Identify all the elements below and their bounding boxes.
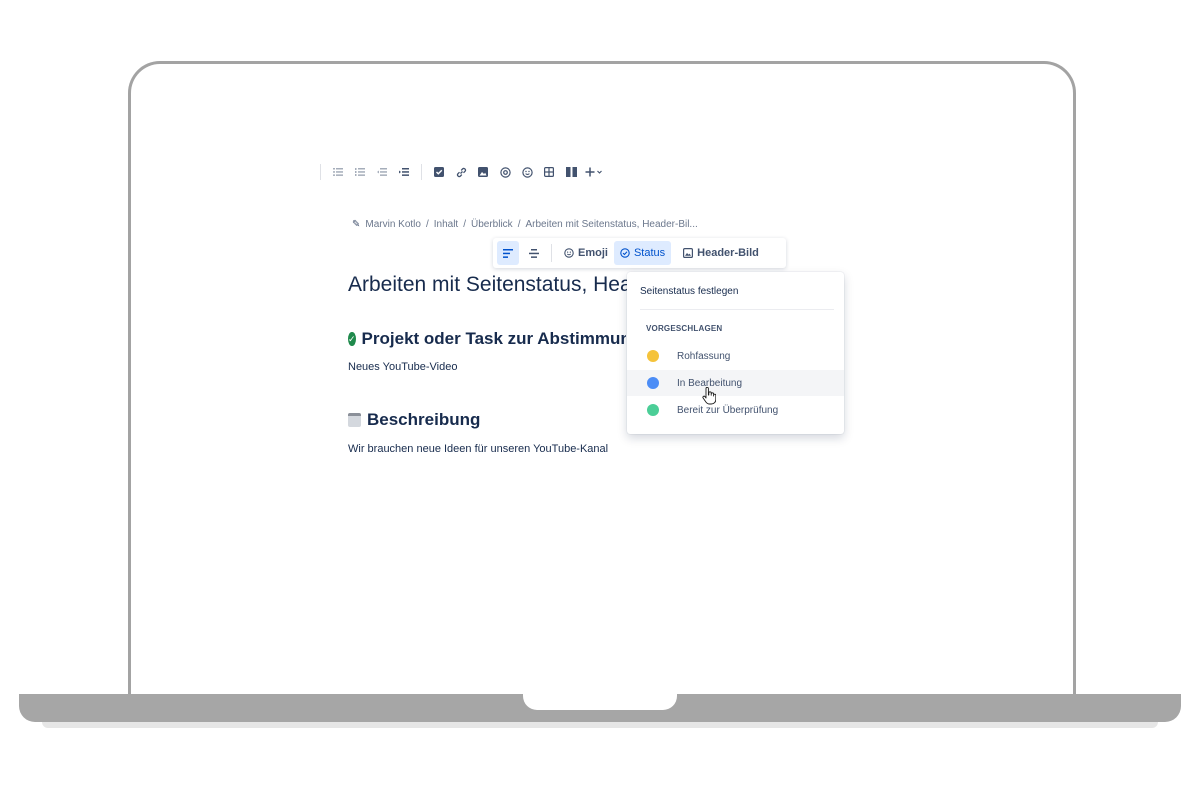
- pencil-icon: ✎: [352, 219, 361, 230]
- toolbar-divider: [421, 164, 422, 180]
- title-toolbar: Emoji Status Header-Bild: [493, 238, 786, 268]
- outdent-icon[interactable]: [371, 163, 393, 181]
- status-option-label: Rohfassung: [677, 350, 731, 362]
- dropdown-section-label: VORGESCHLAGEN: [646, 324, 723, 333]
- status-dropdown: Seitenstatus festlegen VORGESCHLAGEN Roh…: [627, 272, 844, 434]
- status-option-label: Bereit zur Überprüfung: [677, 404, 779, 416]
- numbered-list-icon[interactable]: [349, 163, 371, 181]
- paragraph[interactable]: Neues YouTube-Video: [348, 361, 457, 373]
- bullet-list-icon[interactable]: [327, 163, 349, 181]
- mention-icon[interactable]: [494, 163, 516, 181]
- status-button[interactable]: Status: [613, 241, 672, 265]
- status-dot-green: [647, 404, 659, 416]
- emoji-button-label: Emoji: [578, 247, 608, 259]
- align-center-button[interactable]: [523, 241, 545, 265]
- breadcrumb-item[interactable]: Überblick: [471, 219, 513, 230]
- dropdown-title: Seitenstatus festlegen: [640, 286, 739, 297]
- emoji-icon: [564, 248, 574, 258]
- page-title[interactable]: Arbeiten mit Seitenstatus, Header-Bild u…: [348, 273, 628, 297]
- header-image-button-label: Header-Bild: [697, 247, 759, 259]
- screen: ✎ Marvin Kotlo / Inhalt / Überblick / Ar…: [0, 0, 1200, 790]
- breadcrumb-item[interactable]: Marvin Kotlo: [365, 219, 421, 230]
- section-heading[interactable]: Beschreibung: [348, 410, 626, 430]
- indent-icon[interactable]: [393, 163, 415, 181]
- status-button-label: Status: [633, 247, 666, 259]
- breadcrumb-separator: /: [425, 219, 429, 230]
- status-option-draft[interactable]: Rohfassung: [627, 343, 844, 369]
- check-mark-icon: ✓: [348, 332, 356, 346]
- task-icon[interactable]: [428, 163, 450, 181]
- breadcrumb-item[interactable]: Arbeiten mit Seitenstatus, Header-Bil...: [525, 219, 697, 230]
- status-dot-yellow: [647, 350, 659, 362]
- align-left-button[interactable]: [497, 241, 519, 265]
- breadcrumb-separator: /: [517, 219, 521, 230]
- link-icon[interactable]: [450, 163, 472, 181]
- align-center-icon: [529, 248, 539, 258]
- insert-more-icon[interactable]: [582, 163, 608, 181]
- status-option-ready-for-review[interactable]: Bereit zur Überprüfung: [627, 397, 844, 423]
- calendar-icon: [348, 413, 361, 427]
- emoji-button[interactable]: Emoji: [558, 241, 614, 265]
- breadcrumb: ✎ Marvin Kotlo / Inhalt / Überblick / Ar…: [352, 219, 698, 230]
- hand-cursor-icon: [702, 387, 716, 405]
- section-heading-text: Beschreibung: [367, 410, 481, 429]
- layout-icon[interactable]: [560, 163, 582, 181]
- dropdown-divider: [640, 309, 834, 310]
- section-heading-text: Projekt oder Task zur Abstimmung: [361, 329, 626, 348]
- align-left-icon: [503, 248, 513, 258]
- breadcrumb-item[interactable]: Inhalt: [434, 219, 458, 230]
- status-check-icon: [620, 248, 630, 258]
- header-image-button[interactable]: Header-Bild: [677, 241, 765, 265]
- image-icon: [683, 248, 694, 258]
- image-icon[interactable]: [472, 163, 494, 181]
- breadcrumb-separator: /: [463, 219, 466, 230]
- toolbar-divider: [551, 244, 552, 262]
- emoji-icon[interactable]: [516, 163, 538, 181]
- status-option-in-progress[interactable]: In Bearbeitung: [627, 370, 844, 396]
- section-heading[interactable]: ✓ Projekt oder Task zur Abstimmung: [348, 329, 626, 349]
- status-dot-blue: [647, 377, 659, 389]
- paragraph[interactable]: Wir brauchen neue Ideen für unseren YouT…: [348, 443, 608, 455]
- toolbar-divider: [320, 164, 321, 180]
- table-icon[interactable]: [538, 163, 560, 181]
- editor-toolbar: [314, 163, 608, 181]
